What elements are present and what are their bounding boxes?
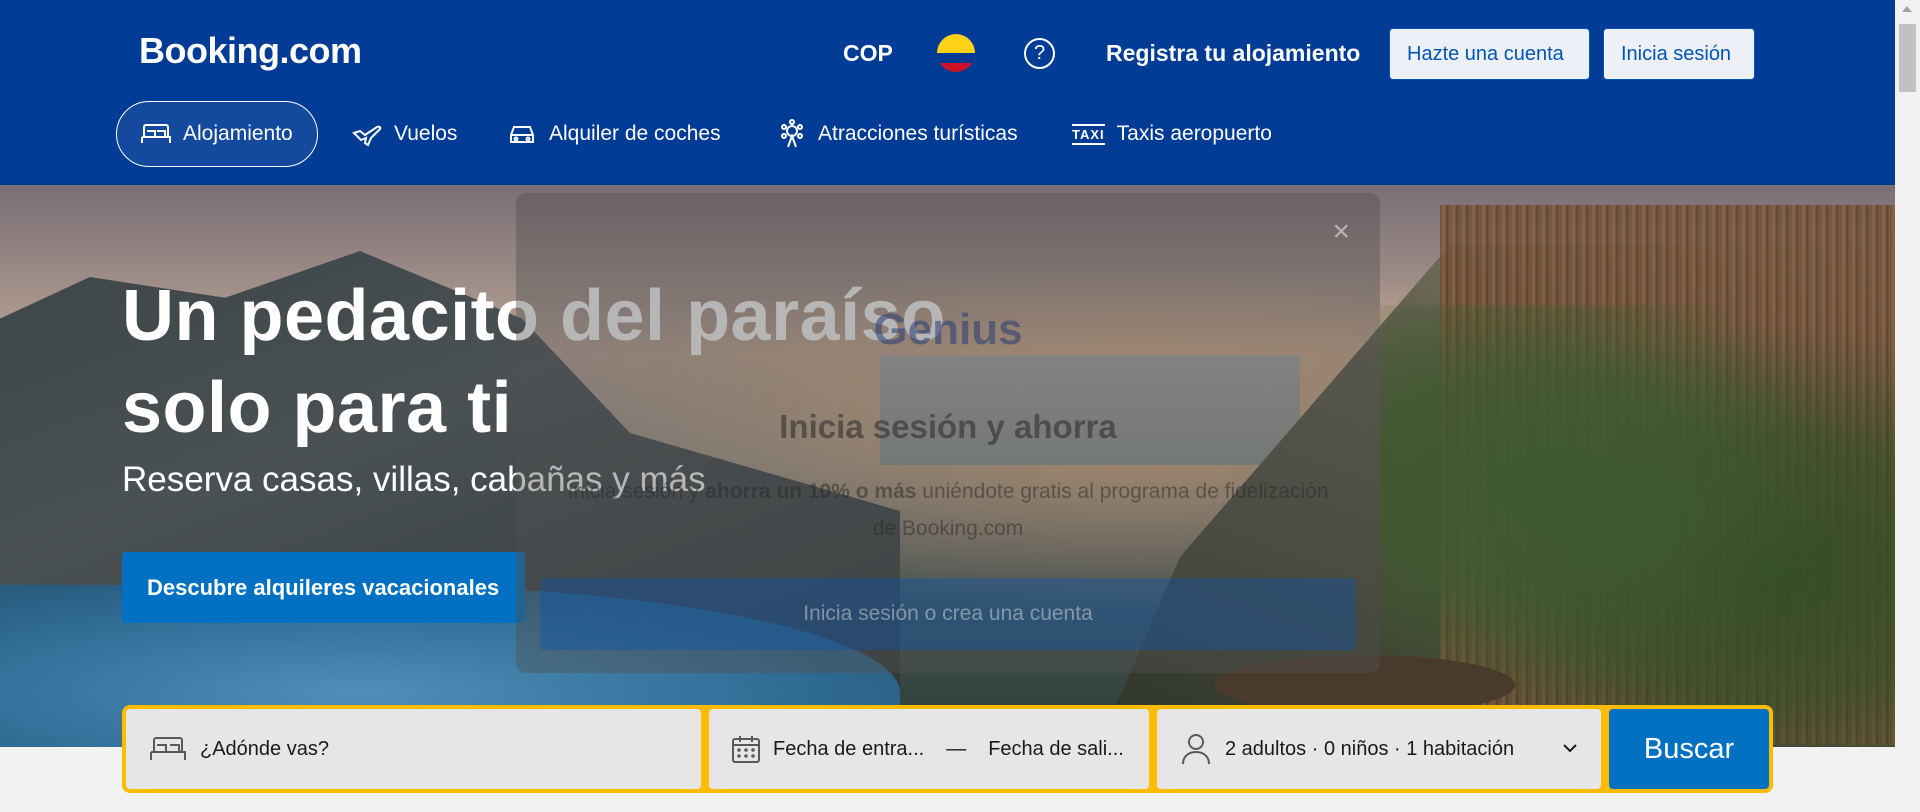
taxi-icon: TAXI	[1072, 123, 1105, 145]
nav-item-label: Taxis aeropuerto	[1116, 122, 1272, 145]
genius-popup: × Genius Inicia sesión y ahorra Inicia s…	[516, 193, 1380, 673]
nav-item-label: Alquiler de coches	[549, 122, 721, 145]
nav-item-taxis[interactable]: TAXI Taxis aeropuerto	[1048, 101, 1296, 167]
genius-logo: Genius	[873, 305, 1023, 354]
search-button[interactable]: Buscar	[1609, 709, 1769, 789]
genius-login-button[interactable]: Inicia sesión o crea una cuenta	[540, 578, 1356, 650]
destination-field[interactable]: ¿Adónde vas?	[126, 709, 701, 789]
date-picker-field[interactable]: Fecha de entra... — Fecha de sali...	[709, 709, 1149, 789]
chevron-down-icon	[1563, 744, 1577, 753]
nav-item-alojamiento[interactable]: Alojamiento	[116, 101, 318, 167]
scroll-thumb[interactable]	[1899, 24, 1916, 92]
nav-item-vuelos[interactable]: Vuelos	[328, 101, 481, 167]
nav-item-label: Atracciones turísticas	[818, 122, 1018, 145]
login-button[interactable]: Inicia sesión	[1603, 28, 1755, 80]
genius-description: Inicia sesión y ahorra un 10% o más unié…	[556, 473, 1340, 547]
nav-item-atracciones[interactable]: Atracciones turísticas	[754, 101, 1042, 167]
checkin-label: Fecha de entra...	[773, 737, 925, 760]
nav-item-label: Vuelos	[394, 122, 458, 145]
genius-body-text-end: uniéndote gratis al programa de fideliza…	[872, 480, 1329, 540]
guests-selector[interactable]: 2 adultos · 0 niños · 1 habitación	[1157, 709, 1601, 789]
date-separator: —	[946, 737, 967, 760]
search-bar: ¿Adónde vas? Fecha de entra... — Fecha d…	[122, 705, 1773, 793]
question-circle-icon[interactable]: ?	[1024, 38, 1055, 69]
currency-selector[interactable]: COP	[843, 40, 893, 67]
guests-label: 2 adultos · 0 niños · 1 habitación	[1225, 737, 1515, 760]
car-icon	[510, 126, 534, 143]
language-flag-icon[interactable]	[937, 34, 975, 72]
calendar-icon	[732, 736, 760, 763]
genius-body-bold: ahorra un 10% o más	[705, 480, 917, 503]
nav-item-label: Alojamiento	[183, 122, 293, 145]
checkout-label: Fecha de sali...	[988, 737, 1124, 760]
bed-icon	[141, 124, 171, 143]
person-icon	[1182, 734, 1210, 765]
plane-icon	[352, 125, 382, 147]
close-icon[interactable]: ×	[1332, 215, 1350, 249]
attractions-icon	[781, 119, 803, 148]
site-header: Booking.com COP ? Registra tu alojamient…	[0, 0, 1895, 185]
scroll-up-icon[interactable]	[1902, 6, 1912, 12]
signup-button[interactable]: Hazte una cuenta	[1389, 28, 1590, 80]
destination-placeholder: ¿Adónde vas?	[200, 737, 329, 760]
bed-icon	[150, 737, 186, 760]
genius-body-text: Inicia sesión y	[567, 480, 706, 503]
vacation-rentals-button[interactable]: Descubre alquileres vacacionales	[122, 552, 525, 623]
register-property-link[interactable]: Registra tu alojamiento	[1106, 40, 1360, 67]
booking-logo[interactable]: Booking.com	[139, 30, 362, 72]
genius-title: Inicia sesión y ahorra	[779, 408, 1117, 445]
page-scrollbar[interactable]	[1895, 0, 1920, 812]
nav-item-coches[interactable]: Alquiler de coches	[483, 101, 745, 167]
